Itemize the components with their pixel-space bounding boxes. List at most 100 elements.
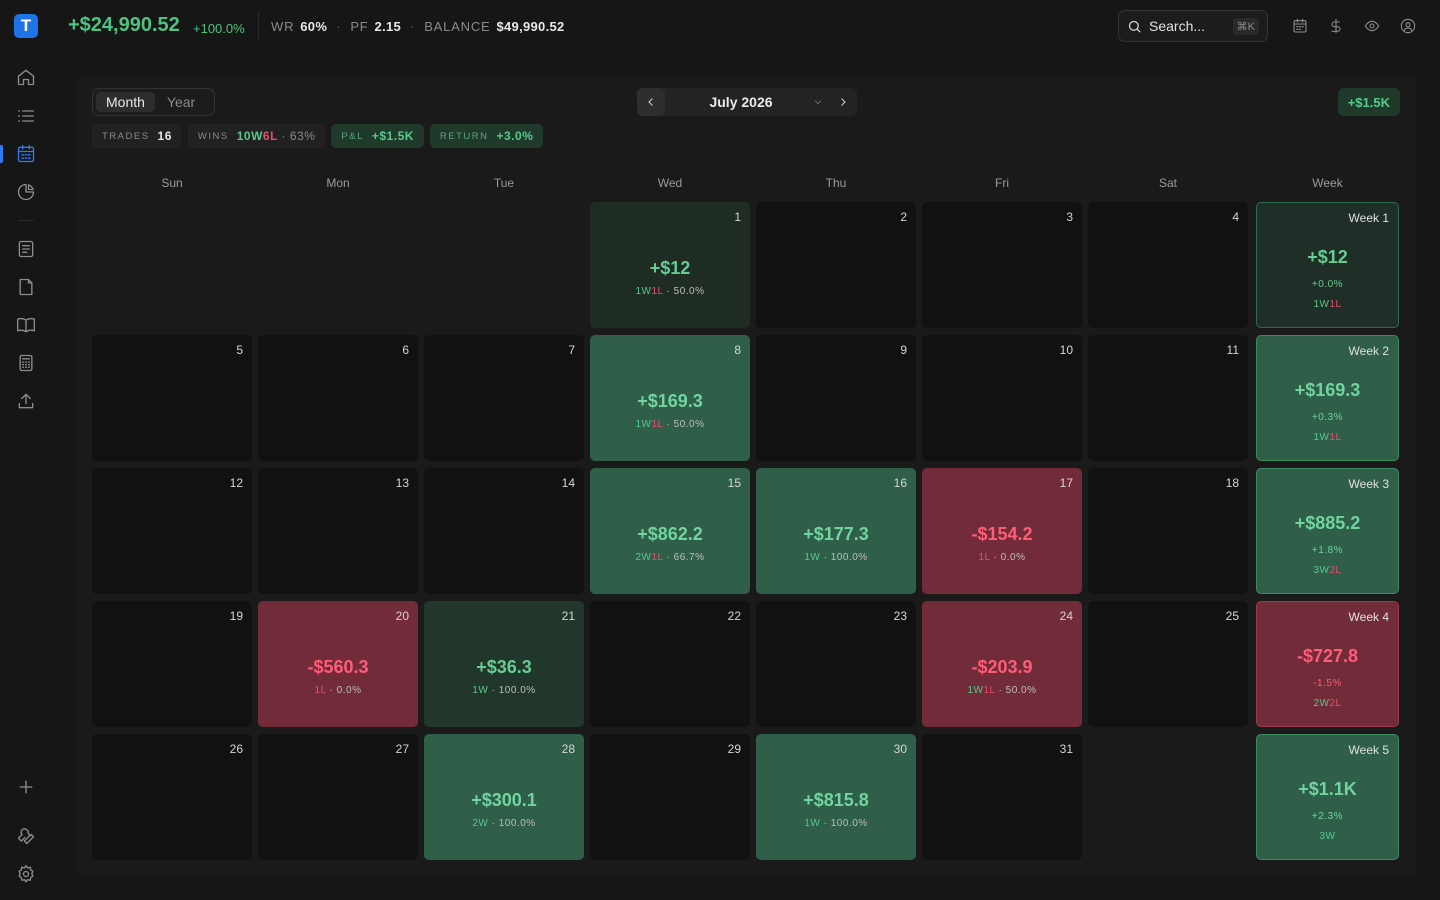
next-month-button[interactable] [829,88,857,116]
day-cell[interactable]: 16 +$177.3 1W · 100.0% [756,468,916,594]
day-cell[interactable]: 17 -$154.2 1L · 0.0% [922,468,1082,594]
pnl-value: +$1.5K [371,129,414,143]
week-losses: 2L [1329,565,1342,576]
balance-label: BALANCE [424,19,491,34]
day-cell[interactable]: 8 +$169.3 1W1L · 50.0% [590,335,750,461]
day-cell[interactable]: 7 [424,335,584,461]
sidebar-divider [18,220,34,221]
day-number: 18 [1225,476,1239,490]
user-icon[interactable] [1398,16,1418,36]
day-cell[interactable]: 25 [1088,601,1248,727]
day-record: 1L · 0.0% [922,552,1082,563]
week-summary-cell[interactable]: Week 2 +$169.3 +0.3% 1W1L [1256,335,1399,461]
week-wins: 3W [1319,831,1336,842]
day-pnl: +$36.3 [476,657,532,677]
notes-icon[interactable] [14,275,38,299]
view-month-button[interactable]: Month [96,92,155,112]
day-cell[interactable]: 2 [756,202,916,328]
day-cell[interactable]: 10 [922,335,1082,461]
separator-dot: · [336,19,342,34]
week-wins: 2W [1313,698,1330,709]
wrench-icon[interactable] [14,824,38,848]
eye-icon[interactable] [1362,16,1382,36]
profit-factor-value: 2.15 [374,19,402,34]
calendar-icon[interactable] [1290,16,1310,36]
calendar-icon[interactable] [14,142,38,166]
day-cell[interactable]: 29 [590,734,750,860]
day-cell[interactable]: 11 [1088,335,1248,461]
day-number: 3 [1066,210,1073,224]
prev-month-button[interactable] [637,88,665,116]
day-cell[interactable]: 15 +$862.2 2W1L · 66.7% [590,468,750,594]
day-cell[interactable]: 5 [92,335,252,461]
pie-chart-icon[interactable] [14,180,38,204]
search-icon [1128,20,1141,33]
search-input[interactable]: Search... ⌘K [1118,10,1268,42]
summary-chips: TRADES 16 WINS 10W6L · 63% P&L +$1.5K RE… [92,124,544,148]
wins-chip: WINS 10W6L · 63% [187,124,326,148]
day-cell[interactable]: 21 +$36.3 1W · 100.0% [424,601,584,727]
profit-factor-label: PF [350,19,369,34]
day-cell[interactable]: 9 [756,335,916,461]
sidebar: T [0,0,52,900]
view-toggle: Month Year [92,88,215,116]
day-record: 2W · 100.0% [424,818,584,829]
day-number: 17 [1059,476,1073,490]
calculator-icon[interactable] [14,351,38,375]
day-cell[interactable]: 26 [92,734,252,860]
day-cell[interactable]: 6 [258,335,418,461]
day-number: 23 [893,609,907,623]
week-summary-cell[interactable]: Week 3 +$885.2 +1.8% 3W2L [1256,468,1399,594]
day-cell[interactable]: 13 [258,468,418,594]
app-logo[interactable]: T [14,14,38,38]
day-cell[interactable]: 23 [756,601,916,727]
day-cell[interactable]: 18 [1088,468,1248,594]
day-number: 27 [395,742,409,756]
week-losses: 1L [1329,432,1342,443]
day-cell[interactable]: 31 [922,734,1082,860]
book-icon[interactable] [14,313,38,337]
day-cell[interactable]: 1 +$12 1W1L · 50.0% [590,202,750,328]
day-cell[interactable]: 12 [92,468,252,594]
day-number: 15 [727,476,741,490]
pnl-label: P&L [341,130,364,142]
day-cell[interactable]: 22 [590,601,750,727]
plus-icon[interactable] [14,775,38,799]
week-summary-cell[interactable]: Week 5 +$1.1K +2.3% 3W [1256,734,1399,860]
day-cell[interactable]: 4 [1088,202,1248,328]
week-label: Week 2 [1348,344,1389,358]
journal-icon[interactable] [14,237,38,261]
day-cell[interactable]: 24 -$203.9 1W1L · 50.0% [922,601,1082,727]
day-cell[interactable]: 27 [258,734,418,860]
week-pnl: +$885.2 [1294,513,1361,533]
day-cell[interactable]: 20 -$560.3 1L · 0.0% [258,601,418,727]
week-summary-cell[interactable]: Week 1 +$12 +0.0% 1W1L [1256,202,1399,328]
day-cell[interactable]: 19 [92,601,252,727]
day-cell[interactable]: 30 +$815.8 1W · 100.0% [756,734,916,860]
win-percent: · 63% [281,129,316,143]
list-icon[interactable] [14,104,38,128]
day-cell[interactable]: 28 +$300.1 2W · 100.0% [424,734,584,860]
month-label[interactable]: July 2026 [665,94,807,110]
week-record: 3W2L [1257,565,1398,576]
home-icon[interactable] [14,65,38,89]
gear-icon[interactable] [14,862,38,886]
week-summary-cell[interactable]: Week 4 -$727.8 -1.5% 2W2L [1256,601,1399,727]
day-losses: 1L [978,552,991,563]
day-record: 1W · 100.0% [424,685,584,696]
win-rate-label: WR [271,19,295,34]
dollar-icon[interactable] [1326,16,1346,36]
day-number: 26 [229,742,243,756]
month-navigator: July 2026 [637,88,857,116]
day-cell[interactable]: 3 [922,202,1082,328]
day-pnl: +$300.1 [471,790,537,810]
month-dropdown-button[interactable] [807,97,829,107]
view-year-button[interactable]: Year [157,92,205,112]
day-cell[interactable]: 14 [424,468,584,594]
weekday-header-row: Sun Mon Tue Wed Thu Fri Sat Week [92,176,1400,190]
day-number: 31 [1059,742,1073,756]
upload-icon[interactable] [14,389,38,413]
day-wins: 1W [635,419,652,430]
return-chip: RETURN +3.0% [429,124,544,148]
day-winrate: · 66.7% [663,552,705,563]
